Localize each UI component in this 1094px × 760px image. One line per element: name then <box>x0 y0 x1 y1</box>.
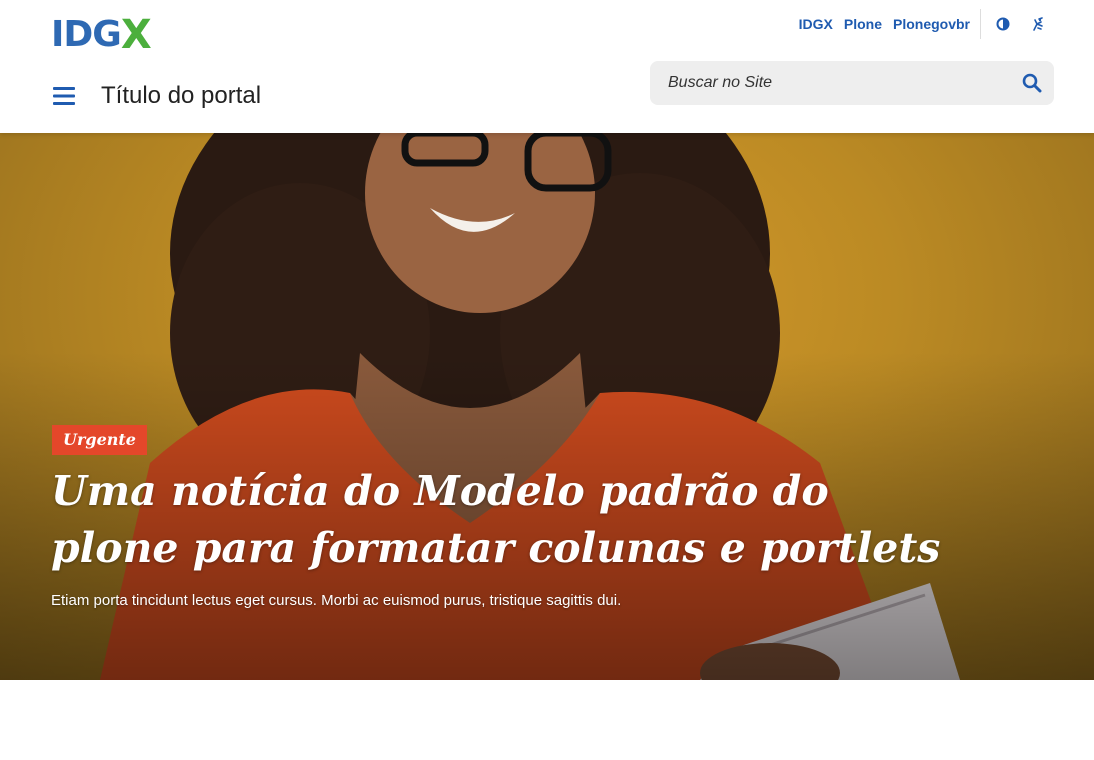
logo-text: IDG <box>51 14 122 55</box>
top-link-idgx[interactable]: IDGX <box>799 16 833 32</box>
urgent-badge: Urgente <box>52 425 147 455</box>
search-icon[interactable] <box>1022 73 1042 93</box>
logo-accent: X <box>120 12 152 58</box>
contrast-icon[interactable] <box>994 15 1012 33</box>
header-divider <box>980 9 981 39</box>
portal-title[interactable]: Título do portal <box>101 80 261 112</box>
search-box <box>650 61 1054 105</box>
top-link-plone[interactable]: Plone <box>844 16 882 32</box>
sign-language-icon[interactable] <box>1029 15 1047 33</box>
site-logo[interactable]: IDG X <box>51 12 152 58</box>
top-links-nav: IDGX Plone Plonegovbr <box>788 14 970 34</box>
hero-summary: Etiam porta tincidunt lectus eget cursus… <box>51 592 622 609</box>
hero-featured-news[interactable]: Urgente Uma notícia do Modelo padrão do … <box>0 133 1094 680</box>
top-link-plonegovbr[interactable]: Plonegovbr <box>893 16 970 32</box>
search-input[interactable] <box>650 61 1010 105</box>
hero-headline[interactable]: Uma notícia do Modelo padrão do plone pa… <box>51 463 951 577</box>
hamburger-menu-icon[interactable] <box>53 86 75 106</box>
site-header: IDG X IDGX Plone Plonegovbr Título do por… <box>0 0 1094 133</box>
